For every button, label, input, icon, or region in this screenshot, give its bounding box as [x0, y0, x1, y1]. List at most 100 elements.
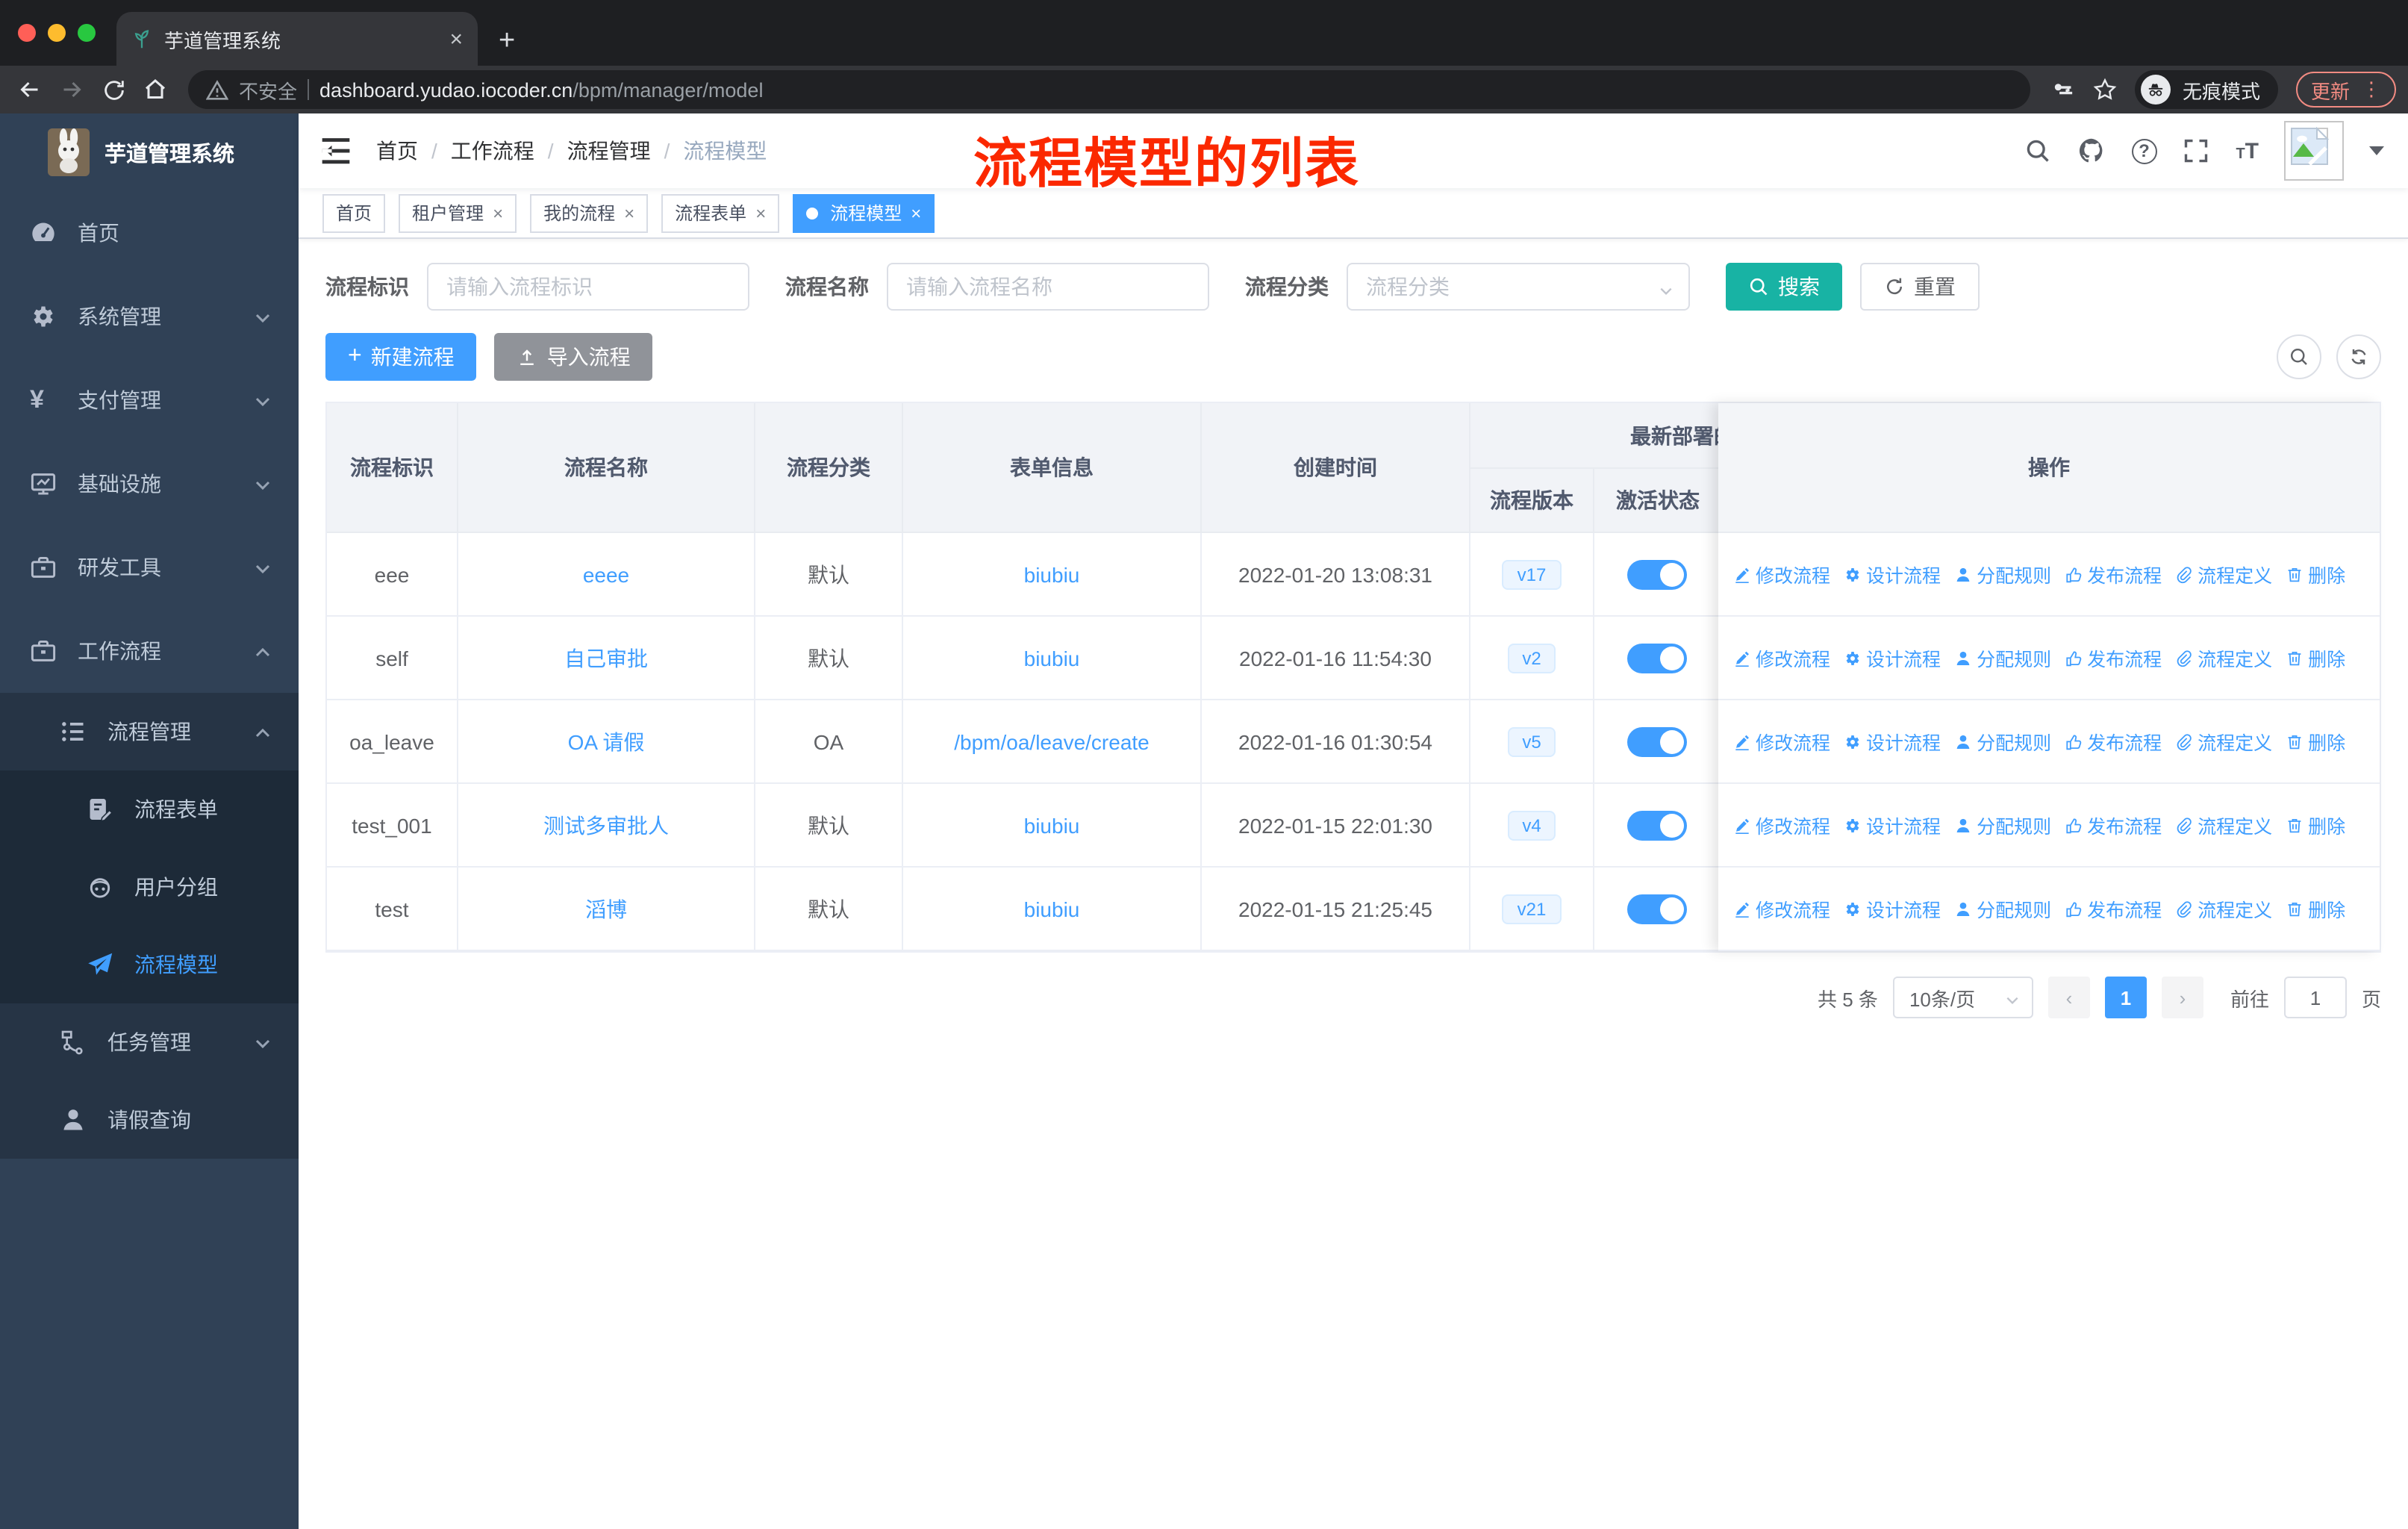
- action-trash-button[interactable]: 删除: [2286, 727, 2345, 756]
- refresh-table-button[interactable]: [2336, 334, 2381, 379]
- action-pen-button[interactable]: 修改流程: [1733, 811, 1830, 839]
- sidebar-item-8[interactable]: 用户分组: [0, 848, 299, 926]
- toggle-search-button[interactable]: [2277, 334, 2321, 379]
- action-user-button[interactable]: 分配规则: [1954, 560, 2051, 588]
- sidebar-item-9[interactable]: 流程模型: [0, 926, 299, 1003]
- forward-icon[interactable]: [54, 72, 90, 108]
- breadcrumb-item-2[interactable]: 流程管理: [567, 136, 651, 166]
- filter-key-input[interactable]: [427, 263, 749, 311]
- action-link-button[interactable]: 流程定义: [2175, 811, 2272, 839]
- window-controls[interactable]: [18, 24, 96, 42]
- tag-3[interactable]: 流程表单 ×: [661, 193, 780, 232]
- import-model-button[interactable]: 导入流程: [494, 333, 653, 381]
- action-gear-button[interactable]: 设计流程: [1844, 727, 1941, 756]
- model-name-link[interactable]: OA 请假: [568, 726, 645, 756]
- filter-category-select[interactable]: 流程分类: [1347, 263, 1690, 311]
- window-minimize-button[interactable]: [48, 24, 66, 42]
- fullscreen-icon[interactable]: [2182, 137, 2210, 165]
- sidebar-collapse-icon[interactable]: [319, 136, 352, 166]
- sidebar-item-0[interactable]: 首页: [0, 191, 299, 275]
- header-search-icon[interactable]: [2024, 137, 2052, 165]
- status-toggle[interactable]: [1627, 726, 1687, 756]
- browser-tab[interactable]: 芋道管理系统 ×: [116, 12, 478, 66]
- action-gear-button[interactable]: 设计流程: [1844, 560, 1941, 588]
- action-user-button[interactable]: 分配规则: [1954, 894, 2051, 923]
- breadcrumb-item-3[interactable]: 流程模型: [683, 136, 767, 166]
- reload-icon[interactable]: [96, 72, 131, 108]
- action-publish-button[interactable]: 发布流程: [2065, 560, 2162, 588]
- tag-close-icon[interactable]: ×: [624, 202, 634, 223]
- sidebar-item-1[interactable]: 系统管理: [0, 275, 299, 358]
- page-size-select[interactable]: 10条/页: [1892, 977, 2033, 1018]
- sidebar-item-10[interactable]: 任务管理: [0, 1003, 299, 1081]
- page-1-button[interactable]: 1: [2104, 977, 2147, 1018]
- action-gear-button[interactable]: 设计流程: [1844, 811, 1941, 839]
- address-bar[interactable]: 不安全 dashboard.yudao.iocoder.cn/bpm/manag…: [188, 70, 2030, 109]
- action-link-button[interactable]: 流程定义: [2175, 560, 2272, 588]
- reset-button[interactable]: 重置: [1860, 263, 1980, 311]
- filter-name-input[interactable]: [887, 263, 1209, 311]
- model-name-link[interactable]: 测试多审批人: [543, 810, 669, 840]
- tag-close-icon[interactable]: ×: [755, 202, 766, 223]
- tag-close-icon[interactable]: ×: [911, 202, 921, 223]
- model-name-link[interactable]: eeee: [583, 562, 629, 586]
- form-info-link[interactable]: biubiu: [1024, 562, 1080, 586]
- action-link-button[interactable]: 流程定义: [2175, 644, 2272, 672]
- form-info-link[interactable]: biubiu: [1024, 646, 1080, 670]
- help-icon[interactable]: ?: [2131, 138, 2157, 164]
- back-icon[interactable]: [12, 72, 48, 108]
- tab-close-icon[interactable]: ×: [449, 26, 463, 52]
- next-page-button[interactable]: ›: [2161, 977, 2203, 1018]
- new-tab-button[interactable]: +: [499, 27, 515, 55]
- user-avatar[interactable]: [2284, 121, 2344, 181]
- github-icon[interactable]: [2077, 137, 2106, 165]
- model-name-link[interactable]: 滔博: [585, 894, 627, 924]
- sidebar-item-5[interactable]: 工作流程: [0, 609, 299, 693]
- status-toggle[interactable]: [1627, 894, 1687, 924]
- update-button[interactable]: 更新 ⋮: [2295, 72, 2396, 108]
- breadcrumb-item-1[interactable]: 工作流程: [451, 136, 534, 166]
- browser-menu-icon[interactable]: ⋮: [2362, 78, 2381, 102]
- sidebar-item-11[interactable]: 请假查询: [0, 1081, 299, 1159]
- tag-1[interactable]: 租户管理 ×: [399, 193, 517, 232]
- breadcrumb-item-0[interactable]: 首页: [376, 136, 418, 166]
- avatar-caret-icon[interactable]: [2369, 146, 2384, 155]
- action-trash-button[interactable]: 删除: [2286, 560, 2345, 588]
- action-publish-button[interactable]: 发布流程: [2065, 811, 2162, 839]
- sidebar-item-2[interactable]: ¥ 支付管理: [0, 358, 299, 442]
- action-gear-button[interactable]: 设计流程: [1844, 644, 1941, 672]
- logo-row[interactable]: 芋道管理系统: [0, 113, 299, 191]
- sidebar-item-3[interactable]: 基础设施: [0, 442, 299, 526]
- action-publish-button[interactable]: 发布流程: [2065, 727, 2162, 756]
- action-user-button[interactable]: 分配规则: [1954, 811, 2051, 839]
- action-user-button[interactable]: 分配规则: [1954, 644, 2051, 672]
- window-close-button[interactable]: [18, 24, 36, 42]
- create-model-button[interactable]: + 新建流程: [325, 333, 477, 381]
- action-publish-button[interactable]: 发布流程: [2065, 644, 2162, 672]
- tag-2[interactable]: 我的流程 ×: [530, 193, 649, 232]
- form-info-link[interactable]: biubiu: [1024, 897, 1080, 921]
- action-pen-button[interactable]: 修改流程: [1733, 894, 1830, 923]
- form-info-link[interactable]: /bpm/oa/leave/create: [954, 729, 1150, 753]
- action-link-button[interactable]: 流程定义: [2175, 727, 2272, 756]
- action-trash-button[interactable]: 删除: [2286, 644, 2345, 672]
- goto-page-input[interactable]: [2283, 977, 2347, 1018]
- action-pen-button[interactable]: 修改流程: [1733, 644, 1830, 672]
- status-toggle[interactable]: [1627, 643, 1687, 673]
- action-trash-button[interactable]: 删除: [2286, 894, 2345, 923]
- action-user-button[interactable]: 分配规则: [1954, 727, 2051, 756]
- tag-4[interactable]: 流程模型 ×: [793, 193, 935, 232]
- action-link-button[interactable]: 流程定义: [2175, 894, 2272, 923]
- bookmark-star-icon[interactable]: [2087, 72, 2123, 108]
- search-button[interactable]: 搜索: [1726, 263, 1842, 311]
- sidebar-item-7[interactable]: 流程表单: [0, 770, 299, 848]
- action-publish-button[interactable]: 发布流程: [2065, 894, 2162, 923]
- sidebar-item-4[interactable]: 研发工具: [0, 526, 299, 609]
- font-size-icon[interactable]: TT: [2236, 138, 2259, 164]
- action-gear-button[interactable]: 设计流程: [1844, 894, 1941, 923]
- action-trash-button[interactable]: 删除: [2286, 811, 2345, 839]
- window-zoom-button[interactable]: [78, 24, 96, 42]
- status-toggle[interactable]: [1627, 559, 1687, 589]
- home-icon[interactable]: [137, 72, 173, 108]
- sidebar-item-6[interactable]: 流程管理: [0, 693, 299, 770]
